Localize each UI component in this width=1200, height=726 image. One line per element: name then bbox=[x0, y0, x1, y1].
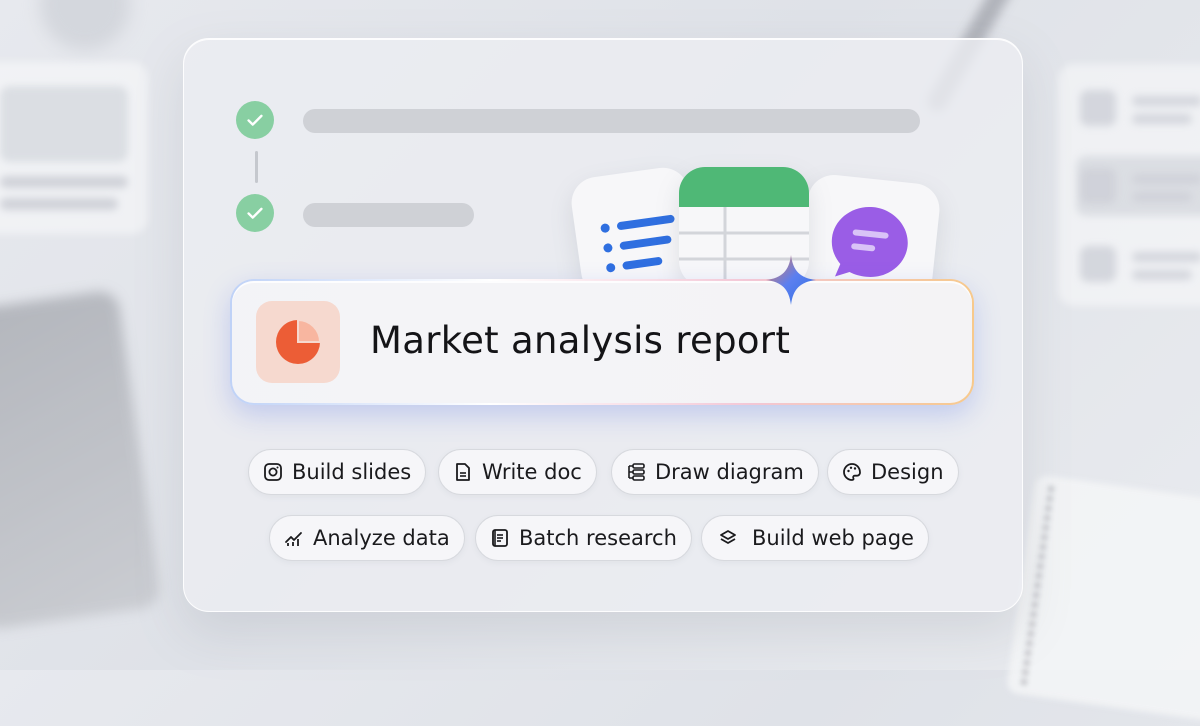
chip-label: Build web page bbox=[752, 526, 914, 550]
bg-blur-circle bbox=[40, 0, 130, 50]
chip-write-doc[interactable]: Write doc bbox=[438, 449, 597, 495]
bg-card-left bbox=[0, 62, 148, 234]
chip-draw-diagram[interactable]: Draw diagram bbox=[611, 449, 819, 495]
ai-sparkle-icon bbox=[766, 255, 816, 305]
palette-icon bbox=[843, 463, 861, 481]
chart-icon bbox=[285, 532, 302, 546]
chip-label: Batch research bbox=[519, 526, 677, 550]
bg-notebook bbox=[1005, 474, 1200, 726]
chip-label: Build slides bbox=[292, 460, 412, 484]
doc-icon bbox=[456, 463, 470, 481]
step-connector bbox=[255, 151, 258, 183]
chip-analyze-data[interactable]: Analyze data bbox=[269, 515, 465, 561]
chip-label: Write doc bbox=[482, 460, 582, 484]
step-1-check-icon bbox=[236, 101, 274, 139]
task-panel: Market analysis report Build slides Writ… bbox=[183, 38, 1023, 612]
chip-label: Draw diagram bbox=[655, 460, 804, 484]
bg-laptop bbox=[0, 289, 162, 631]
pie-chart-icon bbox=[256, 301, 340, 383]
chip-design[interactable]: Design bbox=[827, 449, 959, 495]
diagram-icon bbox=[628, 463, 645, 481]
step-1-placeholder-bar bbox=[303, 109, 920, 133]
chip-label: Analyze data bbox=[313, 526, 450, 550]
prompt-text: Market analysis report bbox=[370, 319, 791, 362]
step-2-check-icon bbox=[236, 194, 274, 232]
prompt-input[interactable]: Market analysis report bbox=[230, 279, 974, 405]
slides-icon bbox=[264, 463, 282, 481]
layers-icon bbox=[720, 530, 736, 544]
chip-build-web-page[interactable]: Build web page bbox=[701, 515, 929, 561]
step-2-placeholder-bar bbox=[303, 203, 474, 227]
chip-batch-research[interactable]: Batch research bbox=[475, 515, 692, 561]
chip-build-slides[interactable]: Build slides bbox=[248, 449, 427, 495]
bg-card-right bbox=[1058, 64, 1200, 306]
chip-label: Design bbox=[871, 460, 944, 484]
research-icon bbox=[492, 529, 508, 547]
